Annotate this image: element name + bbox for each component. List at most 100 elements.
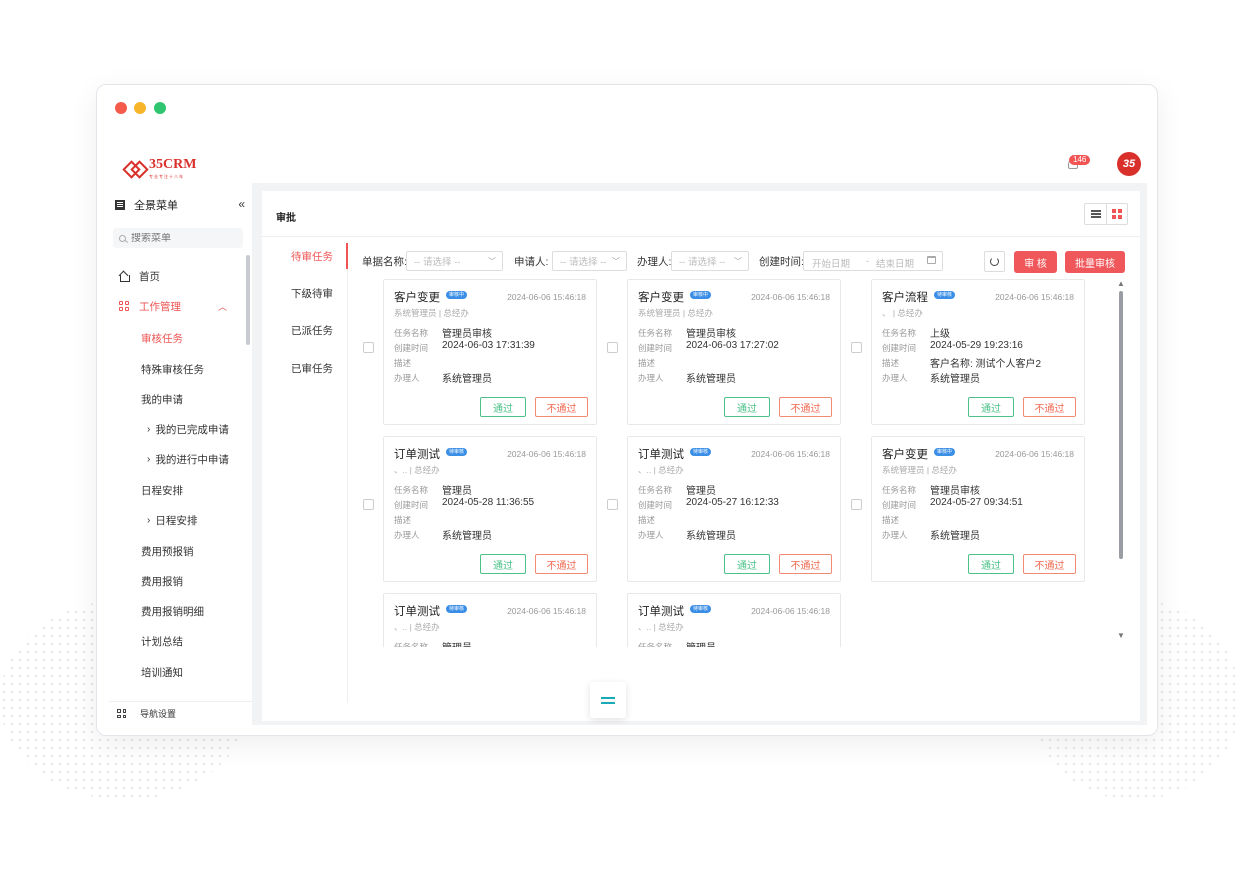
sidebar-item-label: 费用报销 xyxy=(141,575,183,588)
reject-button[interactable]: 不通过 xyxy=(1023,397,1076,417)
applicant-select[interactable]: -- 请选择 -- ﹀ xyxy=(552,251,627,271)
view-toggle xyxy=(1084,203,1128,225)
created-value: 2024-05-27 09:34:51 xyxy=(930,497,1023,508)
handler-placeholder: -- 请选择 -- xyxy=(679,257,726,268)
status-badge: 待审核 xyxy=(446,605,468,613)
card-submitter: 、 | 总经办 xyxy=(882,308,923,318)
applicant-label: 申请人: xyxy=(514,256,549,268)
pass-button[interactable]: 通过 xyxy=(480,554,526,574)
handler-label: 办理人: xyxy=(637,256,672,268)
chevron-down-icon: ﹀ xyxy=(734,257,742,266)
task-name-value: 管理员 xyxy=(686,639,716,647)
main-content: 审批 待审任务 下级待审 已派任务 已审任务 单据名称: -- 请选择 -- ﹀… xyxy=(262,191,1140,721)
chevron-right-icon: › xyxy=(147,514,151,526)
sidebar-item-audit-tasks[interactable]: 审核任务 xyxy=(109,327,247,349)
task-card: 客户变更 审核中 2024-06-06 15:46:18 系统管理员 | 总经办… xyxy=(871,436,1085,582)
sidebar-item-label: 费用预报销 xyxy=(141,545,194,558)
sidebar-item-schedule[interactable]: 日程安排 xyxy=(109,479,247,501)
sidebar-item-label: 工作管理 xyxy=(139,300,181,313)
notification-button[interactable]: 146 xyxy=(1065,153,1091,173)
app-logo[interactable]: 35CRM 专业专注十八年 xyxy=(125,155,196,180)
tab-reviewed[interactable]: 已审任务 xyxy=(262,355,348,381)
grid-view-icon xyxy=(1112,209,1122,219)
handler-select[interactable]: -- 请选择 -- ﹀ xyxy=(671,251,749,271)
close-dot-icon[interactable] xyxy=(115,102,127,114)
pass-button[interactable]: 通过 xyxy=(968,397,1014,417)
sidebar-item-label: 我的进行中申请 xyxy=(155,453,229,466)
header-divider xyxy=(262,236,1140,237)
task-name-value: 管理员 xyxy=(442,486,472,497)
sidebar-scrollbar[interactable] xyxy=(246,255,250,345)
search-input[interactable] xyxy=(131,232,231,244)
pass-button[interactable]: 通过 xyxy=(480,397,526,417)
task-card: 客户流程 待审核 2024-06-06 15:46:18 、 | 总经办 任务名… xyxy=(871,279,1085,425)
sidebar-item-schedule-sub[interactable]: › 日程安排 xyxy=(109,509,247,531)
reject-button[interactable]: 不通过 xyxy=(779,554,832,574)
pass-button[interactable]: 通过 xyxy=(968,554,1014,574)
sidebar-item-label: 审核任务 xyxy=(141,332,183,345)
filter-bar: 单据名称: -- 请选择 -- ﹀ 申请人: -- 请选择 -- ﹀ 办理人: … xyxy=(362,249,1132,273)
scroll-thumb[interactable] xyxy=(1119,291,1123,559)
tab-subordinate-pending[interactable]: 下级待审 xyxy=(262,280,348,306)
card-checkbox[interactable] xyxy=(607,342,618,353)
card-checkbox[interactable] xyxy=(607,499,618,510)
card-checkbox[interactable] xyxy=(851,499,862,510)
sidebar-item-expense-detail[interactable]: 费用报销明细 xyxy=(109,600,247,622)
tab-pending[interactable]: 待审任务 xyxy=(262,243,348,269)
minimize-dot-icon[interactable] xyxy=(134,102,146,114)
scroll-up-icon[interactable]: ▲ xyxy=(1117,279,1125,288)
chevron-up-icon: ︿ xyxy=(217,301,227,312)
double-chevron-left-icon[interactable]: « xyxy=(238,197,245,211)
sidebar-item-training[interactable]: 培训通知 xyxy=(109,661,247,683)
scroll-down-icon[interactable]: ▼ xyxy=(1117,631,1125,640)
created-value: 2024-06-03 17:27:02 xyxy=(686,340,779,351)
reject-button[interactable]: 不通过 xyxy=(779,397,832,417)
handler-value: 系统管理员 xyxy=(442,531,492,542)
task-name-value: 上级 xyxy=(930,329,950,340)
sidebar-item-my-completed[interactable]: › 我的已完成申请 xyxy=(109,418,247,440)
reject-button[interactable]: 不通过 xyxy=(535,554,588,574)
maximize-dot-icon[interactable] xyxy=(154,102,166,114)
sidebar-item-home[interactable]: 首页 xyxy=(109,265,247,287)
card-checkbox[interactable] xyxy=(363,342,374,353)
pass-button[interactable]: 通过 xyxy=(724,397,770,417)
card-checkbox[interactable] xyxy=(363,499,374,510)
reject-button[interactable]: 不通过 xyxy=(535,397,588,417)
pass-button[interactable]: 通过 xyxy=(724,554,770,574)
sidebar-item-my-applications[interactable]: 我的申请 xyxy=(109,388,247,410)
tab-dispatched[interactable]: 已派任务 xyxy=(262,317,348,343)
start-date-placeholder[interactable]: 开始日期 xyxy=(812,256,850,270)
sidebar-item-my-in-progress[interactable]: › 我的进行中申请 xyxy=(109,448,247,470)
sidebar-item-expense[interactable]: 费用报销 xyxy=(109,570,247,592)
list-view-button[interactable] xyxy=(1085,204,1106,224)
doc-name-placeholder: -- 请选择 -- xyxy=(414,257,461,268)
chevron-right-icon: › xyxy=(147,423,151,435)
batch-approve-button[interactable]: 批量审核 xyxy=(1065,251,1125,273)
doc-name-select[interactable]: -- 请选择 -- ﹀ xyxy=(406,251,503,271)
sidebar-item-plan-summary[interactable]: 计划总结 xyxy=(109,630,247,652)
approve-button[interactable]: 审 核 xyxy=(1014,251,1057,273)
date-range-picker[interactable]: 开始日期 - 结束日期 xyxy=(803,251,943,271)
sidebar-item-work-management[interactable]: 工作管理 ︿ xyxy=(109,295,247,317)
task-tabs: 待审任务 下级待审 已派任务 已审任务 xyxy=(262,243,348,703)
grid-view-button[interactable] xyxy=(1106,204,1127,224)
content-scrollbar[interactable]: ▲ ▼ xyxy=(1117,279,1125,643)
sidebar-item-label: 培训通知 xyxy=(141,666,183,679)
card-time: 2024-06-06 15:46:18 xyxy=(751,449,830,459)
task-name-value: 管理员 xyxy=(686,486,716,497)
reject-button[interactable]: 不通过 xyxy=(1023,554,1076,574)
end-date-placeholder[interactable]: 结束日期 xyxy=(876,256,914,270)
sidebar-nav-settings[interactable]: 导航设置 xyxy=(109,701,252,725)
floating-menu-button[interactable] xyxy=(590,682,626,718)
avatar[interactable]: 35 xyxy=(1117,152,1141,176)
list-icon xyxy=(1090,213,1101,215)
created-time-label: 创建时间: xyxy=(759,256,804,268)
card-time: 2024-06-06 15:46:18 xyxy=(995,449,1074,459)
card-checkbox[interactable] xyxy=(851,342,862,353)
handler-value: 系统管理员 xyxy=(686,374,736,385)
refresh-button[interactable] xyxy=(984,251,1005,272)
card-title: 订单测试 xyxy=(394,606,440,618)
doc-name-label: 单据名称: xyxy=(362,256,407,268)
sidebar-item-expense-pre[interactable]: 费用预报销 xyxy=(109,540,247,562)
sidebar-item-special-audit[interactable]: 特殊审核任务 xyxy=(109,358,247,380)
